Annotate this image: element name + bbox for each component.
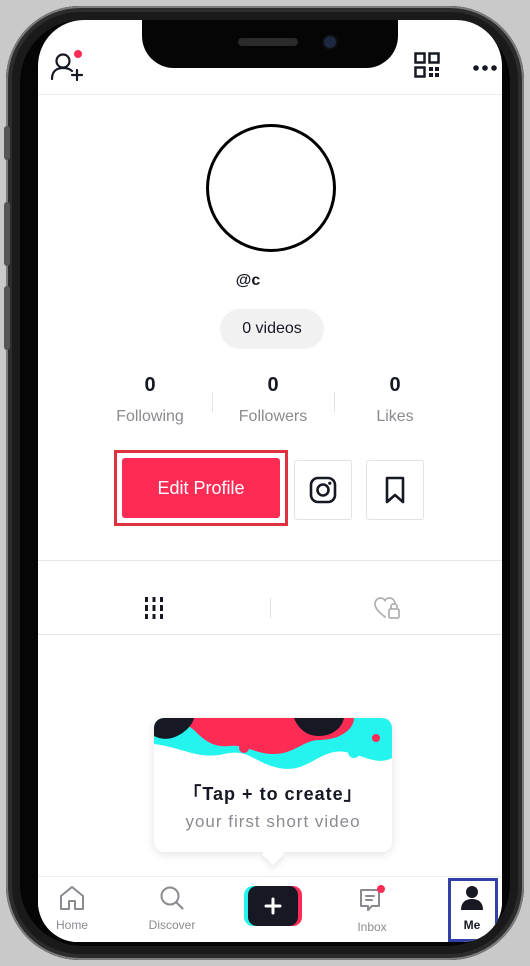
stat-likes-label: Likes	[376, 408, 414, 425]
notch	[142, 20, 398, 68]
stat-followers-label: Followers	[238, 408, 308, 425]
video-grid-icon	[145, 597, 163, 619]
stat-following[interactable]: 0 Following	[90, 374, 210, 426]
stat-likes[interactable]: 0 Likes	[335, 374, 455, 426]
add-user-icon[interactable]	[50, 50, 84, 82]
tabs-bottom-divider	[38, 634, 502, 635]
inbox-icon	[360, 885, 385, 911]
more-icon[interactable]	[472, 60, 502, 71]
edit-profile-button[interactable]: Edit Profile	[122, 458, 280, 518]
speaker	[238, 38, 298, 46]
stat-followers[interactable]: 0 Followers	[213, 374, 333, 426]
search-icon	[160, 886, 184, 910]
tab-liked[interactable]	[271, 582, 502, 634]
plus-icon	[244, 886, 302, 926]
nav-inbox[interactable]: Inbox	[336, 885, 408, 934]
nav-discover-label: Discover	[148, 918, 196, 932]
nav-inbox-label: Inbox	[357, 920, 387, 934]
create-prompt-title: 「Tap + to create」	[183, 784, 363, 804]
username: @c	[235, 272, 261, 289]
stat-following-value: 0	[144, 374, 156, 396]
phone-volume-down	[4, 286, 10, 350]
home-icon	[60, 886, 84, 910]
tabs-top-divider	[38, 560, 502, 561]
bookmark-icon	[385, 476, 405, 504]
videos-count-badge: 0 videos	[220, 309, 324, 349]
instagram-icon	[309, 476, 337, 504]
card-banner-art	[154, 718, 392, 778]
nav-home-label: Home	[55, 918, 88, 932]
create-prompt-subtitle: your first short video	[185, 812, 361, 831]
liked-lock-icon	[373, 597, 400, 619]
nav-home[interactable]: Home	[38, 885, 108, 932]
avatar[interactable]	[206, 124, 336, 252]
phone-side-button	[4, 126, 10, 160]
tab-videos[interactable]	[38, 582, 270, 634]
stat-likes-value: 0	[389, 374, 401, 396]
create-prompt-card[interactable]: 「Tap + to create」 your first short video	[154, 718, 392, 852]
qr-code-icon[interactable]	[414, 52, 440, 78]
bookmark-button[interactable]	[366, 460, 424, 520]
phone-volume-up	[4, 202, 10, 266]
me-tab-highlight	[448, 878, 498, 942]
top-bar-divider	[38, 94, 502, 95]
camera	[324, 36, 336, 48]
create-video-button[interactable]	[244, 886, 302, 926]
stat-following-label: Following	[116, 408, 184, 425]
screen: @c 0 videos 0 Following 0 Followers 0 Li…	[38, 20, 502, 942]
nav-discover[interactable]: Discover	[136, 885, 208, 932]
instagram-button[interactable]	[294, 460, 352, 520]
stat-followers-value: 0	[267, 374, 279, 396]
